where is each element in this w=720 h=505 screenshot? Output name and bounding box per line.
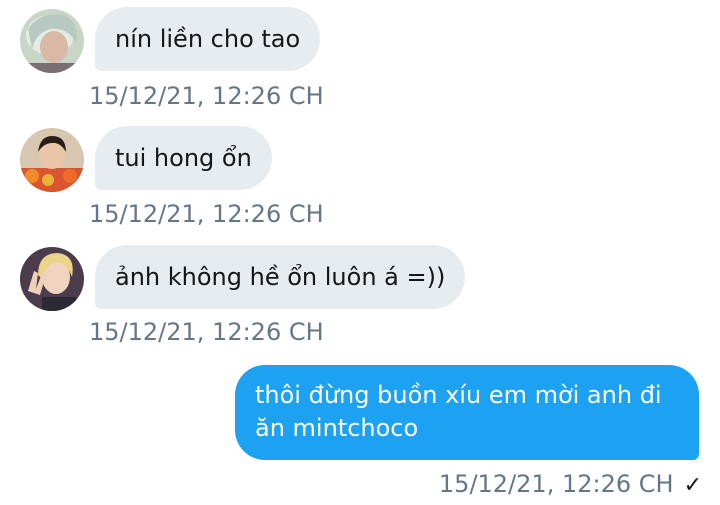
avatar[interactable] [20,9,84,73]
message-bubble-outgoing[interactable]: thôi đừng buồn xíu em mời anh đi ăn mint… [235,365,699,460]
message-timestamp: 15/12/21, 12:26 CH ✓ [439,469,702,501]
user-avatar-icon [20,247,84,311]
user-avatar-icon [20,128,84,192]
message-timestamp: 15/12/21, 12:26 CH [89,200,324,228]
checkmark-icon: ✓ [683,473,702,498]
avatar[interactable] [20,128,84,192]
message-bubble[interactable]: nín liền cho tao [95,7,321,71]
message-timestamp: 15/12/21, 12:26 CH [89,82,324,110]
message-bubble[interactable]: ảnh không hề ổn luôn á =)) [95,245,466,309]
message-timestamp-text: 15/12/21, 12:26 CH [438,470,674,498]
user-avatar-icon [20,9,84,73]
avatar[interactable] [20,247,84,311]
message-timestamp: 15/12/21, 12:26 CH [89,318,324,346]
message-bubble[interactable]: tui hong ổn [95,126,272,190]
